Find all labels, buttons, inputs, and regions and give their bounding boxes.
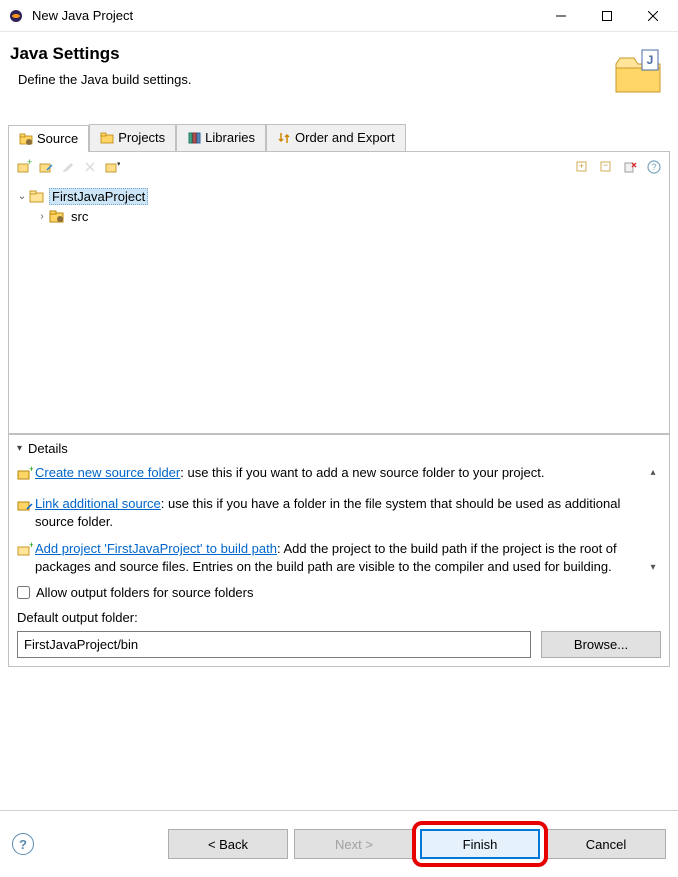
detail-item: + Create new source folder: use this if … — [17, 464, 643, 485]
svg-text:▾: ▾ — [117, 161, 120, 168]
svg-text:J: J — [647, 53, 654, 67]
tree-node-label: FirstJavaProject — [49, 188, 148, 205]
tab-projects[interactable]: Projects — [89, 124, 176, 151]
detail-item: Link additional source: use this if you … — [17, 495, 643, 530]
remove-button[interactable] — [79, 156, 101, 178]
next-button: Next > — [294, 829, 414, 859]
scroll-down-button[interactable]: ▾ — [645, 559, 661, 575]
source-tree[interactable]: ⌄ FirstJavaProject › src — [8, 182, 670, 434]
back-button[interactable]: < Back — [168, 829, 288, 859]
dialog-button-bar: ? < Back Next > Finish Cancel — [0, 810, 678, 877]
link-folder-button[interactable] — [35, 156, 57, 178]
svg-text:+: + — [29, 542, 33, 550]
create-source-folder-link[interactable]: Create new source folder — [35, 465, 180, 480]
add-project-buildpath-link[interactable]: Add project 'FirstJavaProject' to build … — [35, 541, 277, 556]
close-button[interactable] — [630, 1, 676, 31]
tree-project-node[interactable]: ⌄ FirstJavaProject — [15, 186, 663, 206]
clear-button[interactable] — [619, 156, 641, 178]
svg-text:+: + — [27, 159, 32, 167]
project-folder-icon — [29, 189, 45, 203]
order-icon — [277, 131, 291, 145]
default-output-label: Default output folder: — [17, 610, 661, 625]
source-folder-icon — [49, 209, 65, 223]
tab-order-export[interactable]: Order and Export — [266, 124, 406, 151]
libraries-icon — [187, 131, 201, 145]
maximize-button[interactable] — [584, 1, 630, 31]
allow-output-folders-label: Allow output folders for source folders — [36, 585, 254, 600]
eclipse-icon — [8, 8, 24, 24]
dialog-header: Java Settings Define the Java build sett… — [0, 32, 678, 112]
default-output-field[interactable] — [17, 631, 531, 658]
add-buildpath-icon: + — [17, 542, 35, 575]
projects-icon — [100, 131, 114, 145]
details-section: ▾ Details ▴ + Create new source folder: … — [8, 434, 670, 667]
window-title: New Java Project — [32, 8, 538, 23]
allow-output-folders-checkbox[interactable] — [17, 586, 30, 599]
minimize-button[interactable] — [538, 1, 584, 31]
source-toolbar: + ▾ + − ? — [8, 152, 670, 182]
tab-bar: Source Projects Libraries Order and Expo… — [8, 124, 670, 152]
tab-libraries[interactable]: Libraries — [176, 124, 266, 151]
expand-all-button[interactable]: + — [571, 156, 593, 178]
cancel-button[interactable]: Cancel — [546, 829, 666, 859]
details-toggle[interactable]: ▾ Details — [17, 441, 661, 456]
help-icon-button[interactable]: ? — [643, 156, 665, 178]
tree-src-node[interactable]: › src — [15, 206, 663, 226]
svg-text:+: + — [579, 161, 584, 171]
folder-java-icon: J — [610, 44, 666, 100]
collapse-all-button[interactable]: − — [595, 156, 617, 178]
page-title: Java Settings — [10, 44, 610, 64]
details-heading: Details — [28, 441, 68, 456]
chevron-right-icon[interactable]: › — [35, 211, 49, 222]
scroll-up-button[interactable]: ▴ — [645, 464, 661, 480]
page-subtitle: Define the Java build settings. — [18, 72, 610, 87]
link-source-icon — [17, 497, 35, 530]
title-bar: New Java Project — [0, 0, 678, 32]
svg-text:−: − — [603, 160, 608, 170]
link-additional-source-link[interactable]: Link additional source — [35, 496, 161, 511]
finish-button[interactable]: Finish — [420, 829, 540, 859]
chevron-down-icon[interactable]: ⌄ — [15, 191, 29, 202]
tab-source[interactable]: Source — [8, 125, 89, 152]
svg-text:+: + — [29, 466, 33, 474]
toggle-button[interactable]: ▾ — [101, 156, 123, 178]
svg-text:?: ? — [651, 162, 656, 172]
detail-item: + Add project 'FirstJavaProject' to buil… — [17, 540, 643, 575]
source-folder-icon — [19, 132, 33, 146]
edit-button[interactable] — [57, 156, 79, 178]
browse-button[interactable]: Browse... — [541, 631, 661, 658]
tree-node-label: src — [69, 209, 90, 224]
add-folder-button[interactable]: + — [13, 156, 35, 178]
help-button[interactable]: ? — [12, 833, 34, 855]
triangle-down-icon: ▾ — [17, 443, 22, 454]
new-folder-icon: + — [17, 466, 35, 485]
